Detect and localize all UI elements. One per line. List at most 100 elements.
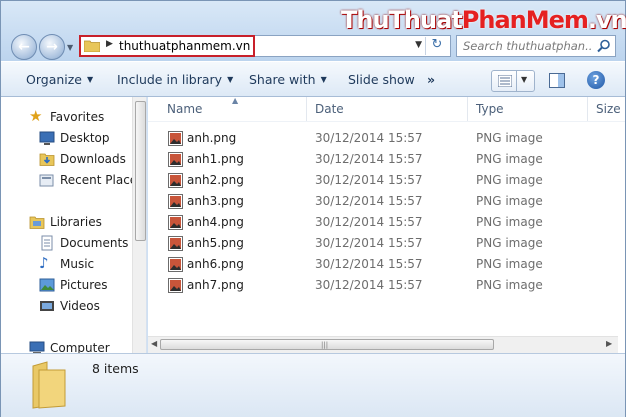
file-name: anh7.png [187,278,244,292]
file-name: anh.png [187,131,237,145]
table-row[interactable]: anh2.png 30/12/2014 15:57 PNG image [148,170,608,191]
address-history-dropdown[interactable]: ▼ [415,40,422,50]
file-name: anh6.png [187,257,244,271]
forward-button[interactable]: → [39,34,65,60]
preview-pane-button[interactable] [549,73,565,88]
column-date[interactable]: Date [315,102,344,116]
nav-pane-scroll-thumb[interactable] [135,101,146,241]
slide-show-button[interactable]: Slide show [348,72,415,87]
file-date: 30/12/2014 15:57 [315,131,423,145]
column-divider[interactable] [587,97,588,121]
libraries-icon [29,216,45,229]
nav-item-desktop[interactable]: Desktop [1,128,141,148]
scroll-left-arrow-icon[interactable]: ◀ [151,339,157,348]
back-button[interactable]: ← [11,34,37,60]
back-arrow-icon: ← [18,39,30,55]
grip-icon: ||| [321,341,329,349]
file-type: PNG image [476,278,543,292]
file-name: anh4.png [187,215,244,229]
share-with-button[interactable]: Share with ▼ [249,72,327,87]
file-date: 30/12/2014 15:57 [315,278,423,292]
png-image-icon [168,257,183,272]
nav-item-downloads[interactable]: Downloads [1,149,141,169]
table-row[interactable]: anh.png 30/12/2014 15:57 PNG image [148,128,608,149]
png-image-icon [168,131,183,146]
file-type: PNG image [476,257,543,271]
file-type: PNG image [476,215,543,229]
file-date: 30/12/2014 15:57 [315,194,423,208]
chevron-down-icon: ▼ [87,75,94,84]
pictures-icon [39,278,55,292]
table-row[interactable]: anh1.png 30/12/2014 15:57 PNG image [148,149,608,170]
column-name[interactable]: Name [167,102,202,116]
recent-places-icon [39,174,54,187]
watermark-logo: ThuThuatPhanMem.vn [341,6,626,34]
table-row[interactable]: anh7.png 30/12/2014 15:57 PNG image [148,275,608,296]
help-button[interactable]: ? [587,71,605,89]
nav-item-documents[interactable]: Documents [1,233,141,253]
change-view-button[interactable]: ▼ [491,70,535,92]
png-image-icon [168,236,183,251]
file-date: 30/12/2014 15:57 [315,152,423,166]
desktop-icon [39,131,55,145]
chevron-down-icon: ▼ [320,75,327,84]
more-commands-button[interactable]: » [427,72,435,87]
nav-item-pictures[interactable]: Pictures [1,275,141,295]
sort-ascending-icon: ▲ [232,97,239,105]
column-divider[interactable] [306,97,307,121]
search-field[interactable]: Search thuthuatphan... [456,35,616,57]
png-image-icon [168,215,183,230]
column-divider[interactable] [467,97,468,121]
music-note-icon: ♪ [39,254,49,272]
png-image-icon [168,194,183,209]
file-type: PNG image [476,131,543,145]
file-date: 30/12/2014 15:57 [315,173,423,187]
table-row[interactable]: anh5.png 30/12/2014 15:57 PNG image [148,233,608,254]
nav-pane-scrollbar[interactable] [132,97,146,353]
scroll-right-arrow-icon[interactable]: ▶ [606,339,612,348]
documents-icon [41,235,53,251]
refresh-button[interactable]: ↻ [425,37,448,55]
details-view-icon [498,75,512,87]
horizontal-scroll-thumb[interactable]: ||| [160,339,494,350]
include-in-library-button[interactable]: Include in library ▼ [117,72,233,87]
videos-icon [40,301,54,311]
nav-item-libraries[interactable]: Libraries [1,212,141,232]
png-image-icon [168,152,183,167]
search-icon[interactable] [597,39,611,53]
organize-button[interactable]: Organize ▼ [26,72,93,87]
help-icon: ? [592,73,600,87]
explorer-window: ThuThuatPhanMem.vn ← → ▼ ▶ thuthuatphanm… [0,0,626,417]
nav-item-recent-places[interactable]: Recent Places [1,170,143,190]
nav-item-music[interactable]: ♪ Music [1,254,141,274]
table-row[interactable]: anh3.png 30/12/2014 15:57 PNG image [148,191,608,212]
file-name: anh1.png [187,152,244,166]
star-icon: ★ [29,107,43,125]
chevron-down-icon: ▼ [227,75,234,84]
details-pane: 8 items [1,353,625,417]
nav-item-favorites[interactable]: ★ Favorites [1,107,141,127]
column-size[interactable]: Size [596,102,621,116]
file-type: PNG image [476,236,543,250]
column-header-row: ▲ Name Date Type Size [148,97,625,122]
file-list: ▲ Name Date Type Size anh.png 30/12/2014 … [148,97,625,353]
address-highlight-box [79,35,255,57]
file-date: 30/12/2014 15:57 [315,257,423,271]
file-date: 30/12/2014 15:57 [315,215,423,229]
png-image-icon [168,173,183,188]
file-name: anh3.png [187,194,244,208]
nav-item-videos[interactable]: Videos [1,296,141,316]
column-type[interactable]: Type [476,102,504,116]
table-row[interactable]: anh6.png 30/12/2014 15:57 PNG image [148,254,608,275]
recent-pages-dropdown[interactable]: ▼ [67,43,75,52]
png-image-icon [168,278,183,293]
chevron-down-icon[interactable]: ▼ [521,75,527,84]
nav-item-computer[interactable]: Computer [1,338,141,353]
file-date: 30/12/2014 15:57 [315,236,423,250]
table-row[interactable]: anh4.png 30/12/2014 15:57 PNG image [148,212,608,233]
computer-icon [29,341,45,353]
item-count: 8 items [92,361,139,376]
file-type: PNG image [476,152,543,166]
horizontal-scrollbar[interactable]: ◀ ||| ▶ [148,336,618,353]
file-name: anh5.png [187,236,244,250]
